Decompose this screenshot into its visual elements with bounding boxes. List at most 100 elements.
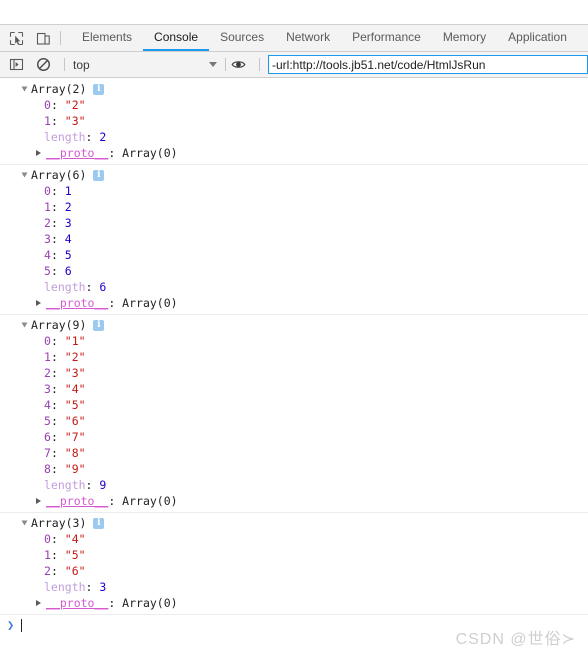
property-key: 0 [44, 334, 51, 348]
property-key: 2 [44, 564, 51, 578]
property-separator: : [108, 494, 123, 508]
property-separator: : [50, 264, 65, 278]
browser-top-strip [0, 0, 588, 25]
property-key: 1 [44, 114, 51, 128]
object-property-row: 0: 1 [0, 183, 588, 199]
device-toolbar-icon[interactable] [35, 30, 52, 47]
property-separator: : [50, 398, 65, 412]
property-key: 2 [44, 216, 51, 230]
object-header-row[interactable]: Array(6) i [0, 167, 588, 183]
triangle-expanded-icon[interactable] [21, 172, 28, 178]
info-icon[interactable]: i [93, 517, 105, 529]
object-property-row: 3: 4 [0, 231, 588, 247]
tab-sources[interactable]: Sources [209, 25, 275, 51]
toolbar-divider [60, 31, 61, 45]
tab-console[interactable]: Console [143, 25, 210, 51]
chevron-down-icon [209, 62, 217, 67]
property-value: 1 [64, 184, 72, 198]
object-property-row: 2: "3" [0, 365, 588, 381]
property-value: "7" [64, 430, 86, 444]
property-value: "5" [64, 398, 86, 412]
property-key: 8 [44, 462, 51, 476]
triangle-expanded-icon[interactable] [21, 520, 28, 526]
execution-context-value: top [73, 57, 90, 72]
prototype-row[interactable]: __proto__: Array(0) [0, 145, 588, 161]
triangle-expanded-icon[interactable] [21, 322, 28, 328]
triangle-collapsed-icon[interactable] [36, 600, 41, 606]
info-icon[interactable]: i [93, 319, 105, 331]
triangle-collapsed-icon[interactable] [36, 498, 41, 504]
console-prompt[interactable]: ❯ [0, 615, 588, 635]
tab-application[interactable]: Application [497, 25, 578, 51]
console-message-group: Array(3) i 0: "4" 1: "5" 2: "6" length: 3 __pr… [0, 513, 588, 615]
property-key: 4 [44, 398, 51, 412]
property-separator: : [85, 580, 100, 594]
object-property-row: length: 3 [0, 579, 588, 595]
property-value: 9 [99, 478, 107, 492]
prompt-arrow-icon: ❯ [7, 618, 15, 632]
property-separator: : [50, 548, 65, 562]
object-property-row: length: 9 [0, 477, 588, 493]
object-header-row[interactable]: Array(2) i [0, 81, 588, 97]
object-header-row[interactable]: Array(3) i [0, 515, 588, 531]
console-output[interactable]: Array(2) i 0: "2" 1: "3" length: 2 __proto__:… [0, 79, 588, 655]
property-separator: : [50, 248, 65, 262]
object-property-row: 2: 3 [0, 215, 588, 231]
property-key: 1 [44, 350, 51, 364]
triangle-collapsed-icon[interactable] [36, 300, 41, 306]
prototype-value: Array(0) [122, 146, 178, 160]
info-icon[interactable]: i [93, 169, 105, 181]
tab-elements[interactable]: Elements [71, 25, 143, 51]
object-header-row[interactable]: Array(9) i [0, 317, 588, 333]
property-key: length [44, 580, 86, 594]
prototype-row[interactable]: __proto__: Array(0) [0, 295, 588, 311]
prototype-key: __proto__ [46, 494, 109, 508]
console-sidebar-icon[interactable] [8, 56, 25, 73]
tab-label: Application [508, 30, 567, 44]
property-separator: : [50, 98, 65, 112]
property-key: length [44, 130, 86, 144]
property-separator: : [50, 184, 65, 198]
tab-memory[interactable]: Memory [432, 25, 497, 51]
prototype-value: Array(0) [122, 494, 178, 508]
inspect-element-icon[interactable] [8, 30, 25, 47]
object-property-row: 0: "1" [0, 333, 588, 349]
property-separator: : [50, 334, 65, 348]
property-separator: : [50, 462, 65, 476]
triangle-collapsed-icon[interactable] [36, 150, 41, 156]
property-value: "8" [64, 446, 86, 460]
info-icon[interactable]: i [93, 83, 105, 95]
array-label: Array(6) [31, 168, 87, 182]
property-separator: : [50, 430, 65, 444]
prototype-key: __proto__ [46, 146, 109, 160]
property-separator: : [85, 280, 100, 294]
property-value: "4" [64, 532, 86, 546]
property-value: "2" [64, 350, 86, 364]
tab-performance[interactable]: Performance [341, 25, 432, 51]
eye-icon[interactable] [230, 56, 247, 73]
console-toolbar-divider-3 [259, 58, 260, 71]
console-message-group: Array(6) i 0: 11: 22: 33: 44: 55: 6 length:… [0, 165, 588, 315]
property-separator: : [50, 366, 65, 380]
property-separator: : [50, 382, 65, 396]
property-key: 2 [44, 366, 51, 380]
property-value: "9" [64, 462, 86, 476]
property-separator: : [50, 216, 65, 230]
property-key: 5 [44, 414, 51, 428]
prototype-row[interactable]: __proto__: Array(0) [0, 493, 588, 509]
property-key: 0 [44, 98, 51, 112]
devtools-left-icons [0, 25, 58, 51]
console-filter-input[interactable] [268, 55, 588, 74]
property-separator: : [50, 232, 65, 246]
execution-context-selector[interactable]: top [69, 58, 223, 72]
tab-label: Performance [352, 30, 421, 44]
object-property-row: 0: "4" [0, 531, 588, 547]
tab-network[interactable]: Network [275, 25, 341, 51]
property-separator: : [50, 200, 65, 214]
clear-console-icon[interactable] [35, 56, 52, 73]
triangle-expanded-icon[interactable] [21, 86, 28, 92]
console-message-group: Array(2) i 0: "2" 1: "3" length: 2 __proto__:… [0, 79, 588, 165]
console-toolbar: top [0, 52, 588, 78]
prototype-row[interactable]: __proto__: Array(0) [0, 595, 588, 611]
property-value: 3 [64, 216, 72, 230]
